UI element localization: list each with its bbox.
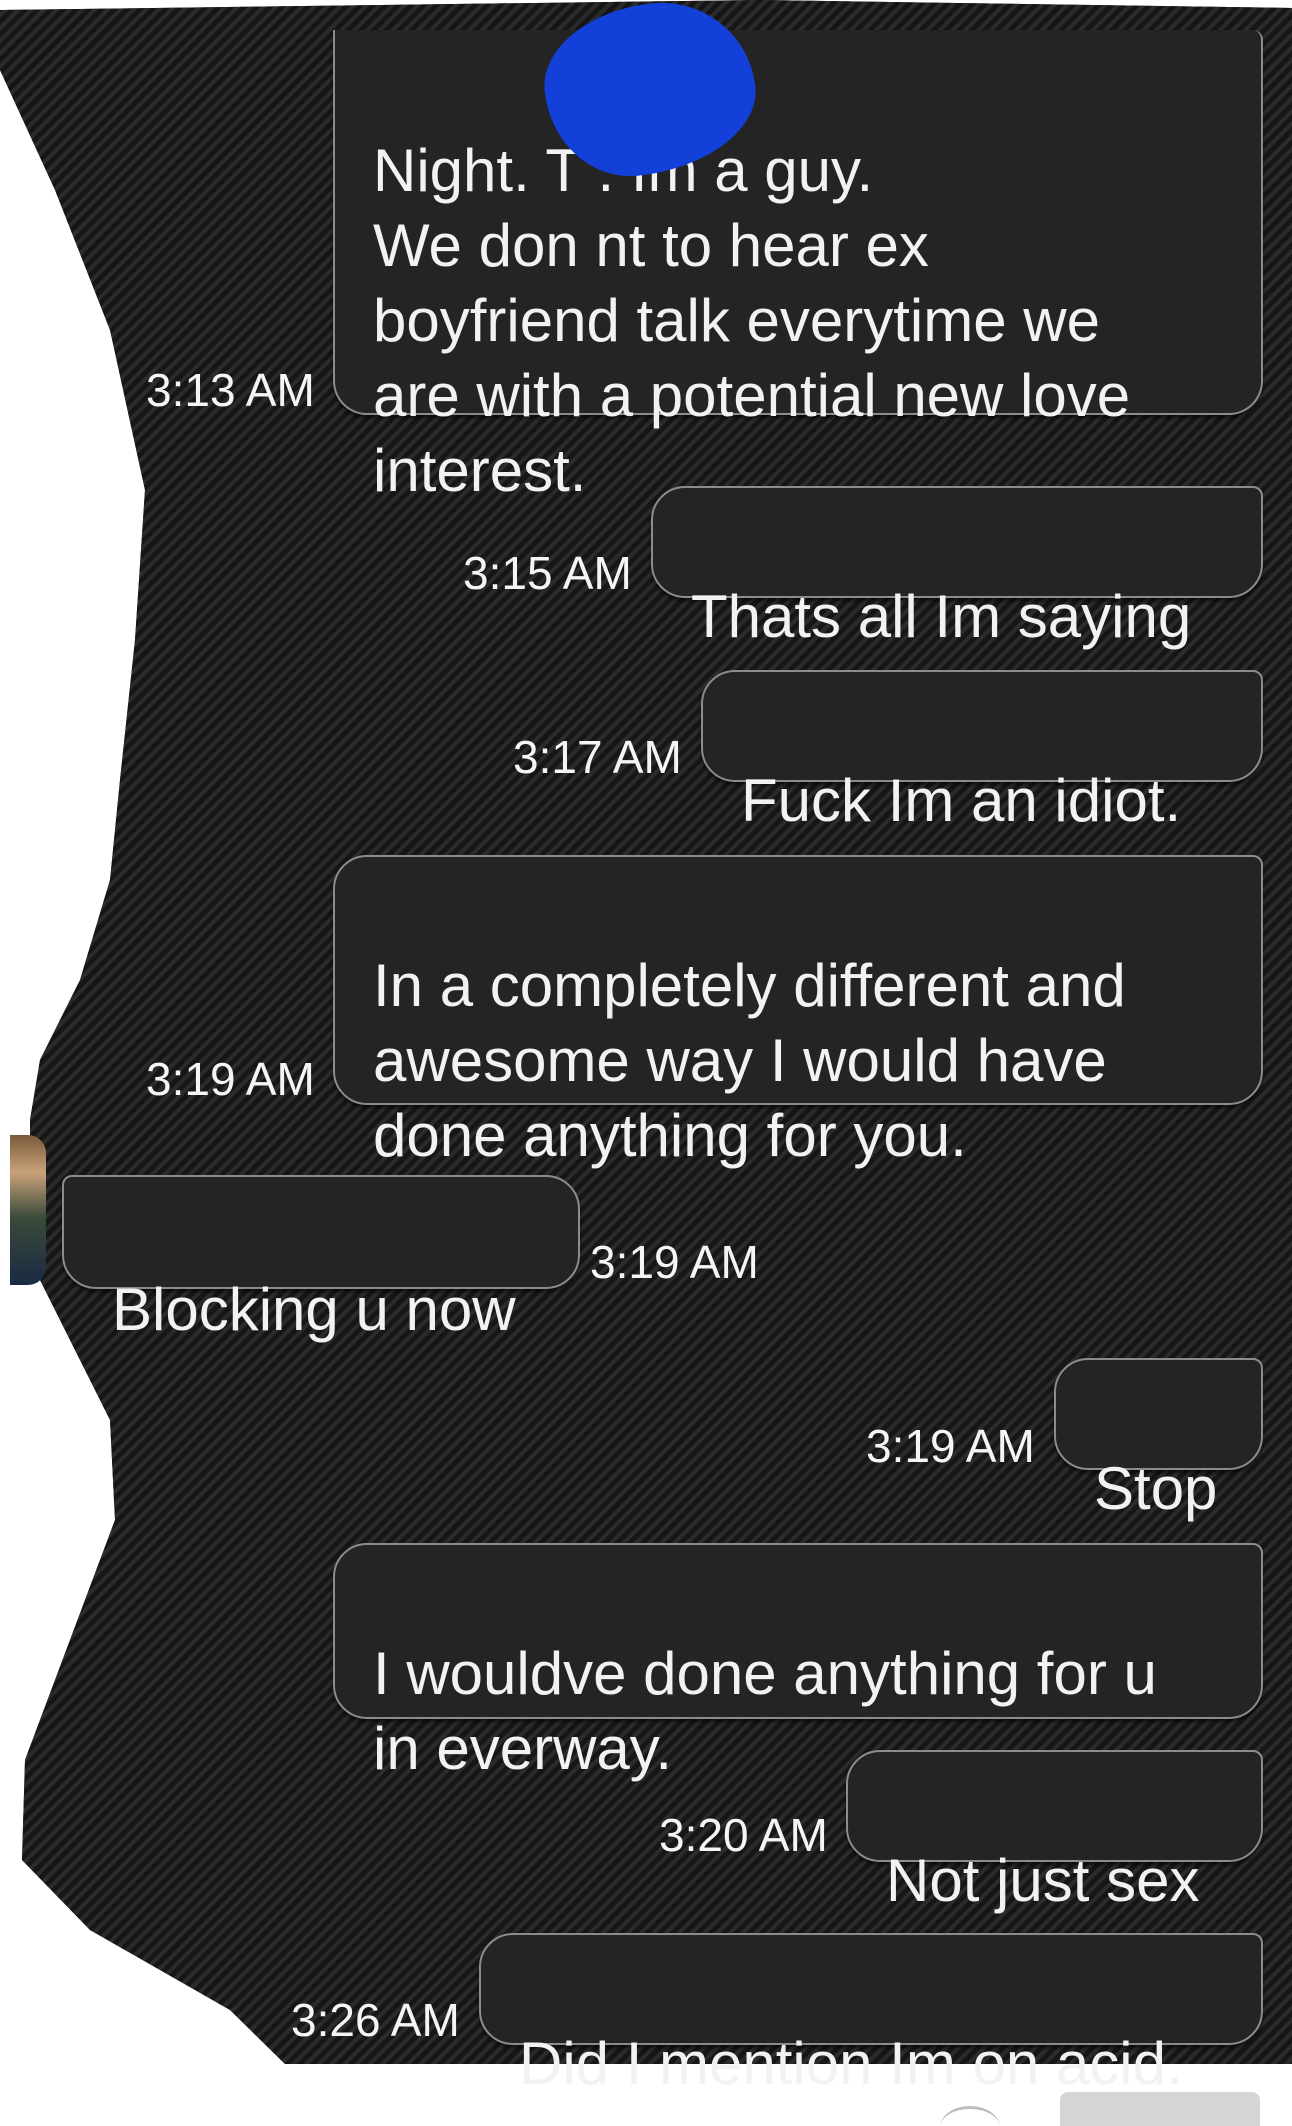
message-bubble-outgoing[interactable]: Not just sex <box>846 1750 1263 1914</box>
message-bubble-outgoing[interactable]: Did I mention Im on acid. <box>479 1933 1263 2097</box>
bottom-nav-partial-icon[interactable] <box>940 2106 1000 2126</box>
message-bubble-outgoing[interactable]: I wouldve done anything for u in everway… <box>333 1543 1263 1782</box>
message-timestamp: 3:19 AM <box>146 1053 315 1105</box>
message-text: Stop <box>1094 1455 1218 1522</box>
message-timestamp: 3:19 AM <box>866 1420 1035 1472</box>
message-bubble-outgoing[interactable]: In a completely different and awesome wa… <box>333 855 1263 1169</box>
message-text: Thats all Im saying <box>691 583 1192 650</box>
message-bubble-outgoing[interactable]: Thats all Im saying <box>651 486 1263 650</box>
bottom-nav-partial-button[interactable] <box>1060 2092 1260 2126</box>
message-bubble-incoming[interactable]: Blocking u now <box>62 1175 580 1343</box>
message-timestamp: 3:26 AM <box>291 1994 460 2046</box>
message-timestamp: 3:19 AM <box>590 1236 759 1288</box>
message-text: Did I mention Im on acid. <box>519 2030 1183 2097</box>
message-bubble-outgoing[interactable]: Fuck Im an idiot. <box>701 670 1263 834</box>
message-timestamp: 3:13 AM <box>146 364 315 416</box>
message-bubble-outgoing[interactable]: Night. T . Im a guy. We don nt to hear e… <box>333 30 1263 504</box>
message-timestamp: 3:15 AM <box>463 547 632 599</box>
message-text: Not just sex <box>886 1847 1200 1914</box>
message-text: Fuck Im an idiot. <box>741 767 1182 834</box>
contact-avatar[interactable] <box>10 1135 46 1285</box>
message-timestamp: 3:20 AM <box>659 1809 828 1861</box>
message-timestamp: 3:17 AM <box>513 731 682 783</box>
message-bubble-outgoing[interactable]: Stop <box>1054 1358 1263 1522</box>
message-text: Blocking u now <box>112 1276 516 1343</box>
